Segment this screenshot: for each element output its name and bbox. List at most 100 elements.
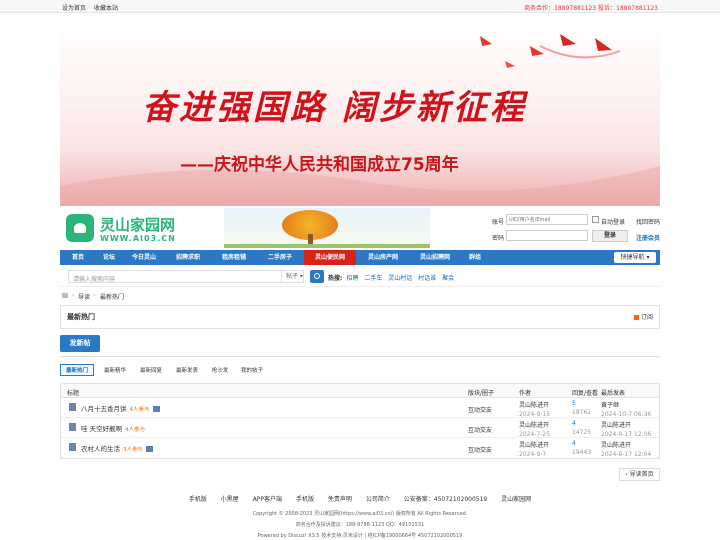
nav-item-secondhand-house[interactable]: 二手房子 — [258, 250, 302, 265]
hot-term[interactable]: 灵山村话 — [388, 275, 412, 282]
hot-search: 热搜: 招聘 二手车 灵山村话 村话谁 聚会 — [328, 273, 458, 282]
search-input[interactable]: 请输入搜索内容 帖子 ▾ — [68, 270, 304, 283]
home-icon[interactable] — [62, 293, 68, 298]
nav-item-groups[interactable]: 群组 — [462, 250, 488, 265]
new-post-button[interactable]: 发新帖 — [60, 335, 100, 352]
thread-forum[interactable]: 互动交友 — [468, 445, 492, 454]
password-input[interactable] — [506, 230, 588, 241]
site-logo[interactable]: 灵山家园网 WWW.AI03.CN — [66, 212, 206, 246]
nav-item-realestate[interactable]: 灵山房产网 — [358, 250, 408, 265]
thread-title[interactable]: 哇 天空好靓啊 — [81, 425, 122, 433]
footer-link[interactable]: 手机版 — [189, 496, 207, 503]
nav-item-convenience[interactable]: 灵山便民网 — [304, 250, 356, 265]
hot-term[interactable]: 二手车 — [364, 275, 382, 282]
contact-info: 商务合作：18897881123 投诉：18897881123 — [524, 5, 658, 12]
breadcrumb: › 导读 › 最新热门 — [60, 290, 660, 302]
tab-latest-replies[interactable]: 最新回复 — [134, 364, 168, 376]
participants-badge: 4人参与 — [129, 407, 150, 413]
document-icon — [69, 443, 76, 451]
main-nav: 首页 论坛 今日灵山 招聘求职 租房租铺 二手房子 灵山便民网 灵山房产网 灵山… — [60, 250, 660, 265]
bookmark-link[interactable]: 收藏本站 — [94, 5, 118, 12]
header-illustration — [224, 208, 430, 248]
tab-latest-featured[interactable]: 最新精华 — [98, 364, 132, 376]
thread-author[interactable]: 灵山陈进开 — [519, 422, 549, 429]
search-scope-select[interactable]: 帖子 ▾ — [281, 271, 313, 282]
footer-link[interactable]: 免责声明 — [328, 496, 352, 503]
password-label: 密码 — [492, 235, 505, 242]
subscribe-link[interactable]: 订阅 — [633, 312, 653, 321]
footer-link[interactable]: 灵山家园网 — [501, 496, 531, 503]
forgot-password-link[interactable]: 找回密码 — [636, 217, 660, 226]
thread-author[interactable]: 灵山陈进开 — [519, 402, 549, 409]
back-to-guide-button[interactable]: ‹ 导读首页 — [619, 468, 660, 481]
thread-forum[interactable]: 互动交友 — [468, 425, 492, 434]
nav-item-forum[interactable]: 论坛 — [96, 250, 122, 265]
footer-links: 手机版 小黑屋 APP客户端 手机版 免责声明 公司简介 公安备案：450721… — [0, 494, 720, 503]
hot-term[interactable]: 招聘 — [346, 275, 358, 282]
last-poster[interactable]: 灵山陈进开 — [601, 442, 631, 449]
header-forum: 版块/圈子 — [468, 390, 495, 397]
login-button[interactable]: 登录 — [592, 230, 628, 242]
reply-count[interactable]: 4 — [572, 420, 576, 427]
footer-link[interactable]: 公司简介 — [366, 496, 390, 503]
thread-author[interactable]: 灵山陈进开 — [519, 442, 549, 449]
thread-title[interactable]: 八月十五香月饼 — [81, 405, 127, 413]
tab-latest-hot[interactable]: 最新热门 — [60, 364, 94, 376]
top-bar: 设为首页 收藏本站 商务合作：18897881123 投诉：1889788112… — [0, 0, 720, 13]
header-title: 标题 — [67, 390, 80, 397]
footer-link[interactable]: 公安备案：45072102000519 — [404, 496, 487, 503]
footer-link[interactable]: 手机版 — [296, 496, 314, 503]
register-link[interactable]: 注册会员 — [636, 233, 660, 242]
view-count: 14725 — [572, 429, 592, 436]
participants-badge: 3人参与 — [123, 447, 143, 453]
banner-headline: 奋进强国路 阔步新征程 — [142, 88, 527, 128]
last-post-date[interactable]: 2024-9-17 12:06 — [601, 431, 651, 438]
logo-name: 灵山家园网 — [100, 216, 176, 234]
hot-term[interactable]: 聚会 — [442, 275, 454, 282]
nav-item-today[interactable]: 今日灵山 — [124, 250, 164, 265]
auto-login-checkbox[interactable] — [592, 216, 599, 223]
nav-item-rent[interactable]: 租房租铺 — [212, 250, 256, 265]
account-input[interactable] — [506, 214, 588, 225]
thread-title[interactable]: 农村人的生活 — [81, 445, 120, 453]
document-icon — [69, 403, 76, 411]
reply-count[interactable]: 4 — [572, 440, 576, 447]
site-header: 灵山家园网 WWW.AI03.CN 账号 自动登录 找回密码 密码 登录 注册会… — [60, 208, 660, 250]
last-post-date[interactable]: 2024-9-17 12:04 — [601, 451, 651, 458]
thread-forum[interactable]: 互动交友 — [468, 405, 492, 414]
logo-url: WWW.AI03.CN — [100, 234, 176, 243]
participants-badge: 4人参与 — [125, 427, 146, 433]
view-count: 18762 — [572, 409, 592, 416]
footer-link[interactable]: APP客户端 — [253, 496, 282, 503]
table-row: 哇 天空好靓啊 4人参与 互动交友 灵山陈进开 2024-7-25 4 14725 灵… — [61, 418, 659, 438]
auto-login-label[interactable]: 自动登录 — [601, 217, 625, 226]
breadcrumb-current: 最新热门 — [100, 294, 125, 301]
search-bar: 请输入搜索内容 帖子 ▾ 热搜: 招聘 二手车 灵山村话 村话谁 聚会 — [60, 267, 660, 287]
section-title: 最新热门 — [67, 313, 95, 321]
nav-item-jobs[interactable]: 招聘求职 — [166, 250, 210, 265]
hot-search-label: 热搜: — [328, 275, 343, 282]
last-poster[interactable]: 黄子继 — [601, 402, 619, 409]
powered-by: Powered by Discuz! X3.5 技术支持:灵米设计 | 桂ICP… — [257, 533, 463, 539]
quick-nav-button[interactable]: 快捷导航 ▾ — [614, 252, 656, 263]
footer-link[interactable]: 小黑屋 — [221, 496, 239, 503]
breadcrumb-sep: › — [93, 292, 96, 299]
breadcrumb-sep: › — [72, 292, 75, 299]
set-home-link[interactable]: 设为首页 — [62, 5, 86, 12]
hot-term[interactable]: 村话谁 — [418, 275, 436, 282]
search-icon[interactable] — [310, 270, 324, 283]
nav-item-recruit[interactable]: 灵山招聘网 — [410, 250, 460, 265]
section-header: 最新热门 订阅 — [60, 305, 660, 329]
tab-latest-posts[interactable]: 最新发表 — [170, 364, 204, 376]
breadcrumb-guide[interactable]: 导读 — [78, 292, 90, 301]
tab-sofa[interactable]: 抢沙发 — [206, 364, 234, 376]
thread-date: 2024-9-7 — [519, 451, 547, 458]
last-post-date[interactable]: 2024-10-7 06:36 — [601, 411, 651, 418]
divider — [60, 356, 660, 357]
reply-count[interactable]: 5 — [572, 400, 576, 407]
last-poster[interactable]: 灵山陈进开 — [601, 422, 631, 429]
account-label: 账号 — [492, 219, 505, 226]
tab-my-posts[interactable]: 我的帖子 — [236, 364, 268, 376]
nav-item-home[interactable]: 首页 — [60, 250, 96, 265]
anniversary-banner[interactable]: 奋进强国路 阔步新征程 ——庆祝中华人民共和国成立75周年 — [60, 16, 660, 206]
